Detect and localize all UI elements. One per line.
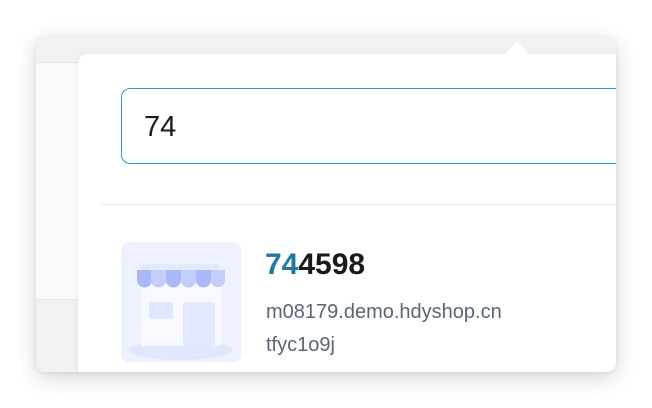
result-title-match: 74 — [265, 248, 299, 281]
result-title-rest: 4598 — [298, 248, 366, 281]
result-domain: m08179.demo.hdyshop.cn — [266, 301, 502, 323]
storefront-illustration — [121, 242, 241, 362]
result-title[interactable]: 744598 — [265, 247, 365, 283]
search-result-item[interactable]: 744598 m08179.demo.hdyshop.cn tfyc1o9j — [121, 242, 616, 362]
search-input-value[interactable]: 74 — [144, 111, 176, 143]
background-panel — [36, 62, 80, 300]
search-input[interactable]: 74 — [121, 88, 616, 164]
storefront-icon — [121, 242, 241, 362]
divider — [101, 204, 616, 205]
screen: 74 744598 m08179.demo.hdyshop.cn tfyc1o9… — [0, 0, 652, 408]
app-window: 74 744598 m08179.demo.hdyshop.cn tfyc1o9… — [36, 36, 616, 372]
popover-arrow — [504, 41, 530, 67]
shop-search-popover: 74 744598 m08179.demo.hdyshop.cn tfyc1o9… — [78, 41, 616, 372]
result-code: tfyc1o9j — [266, 334, 335, 356]
